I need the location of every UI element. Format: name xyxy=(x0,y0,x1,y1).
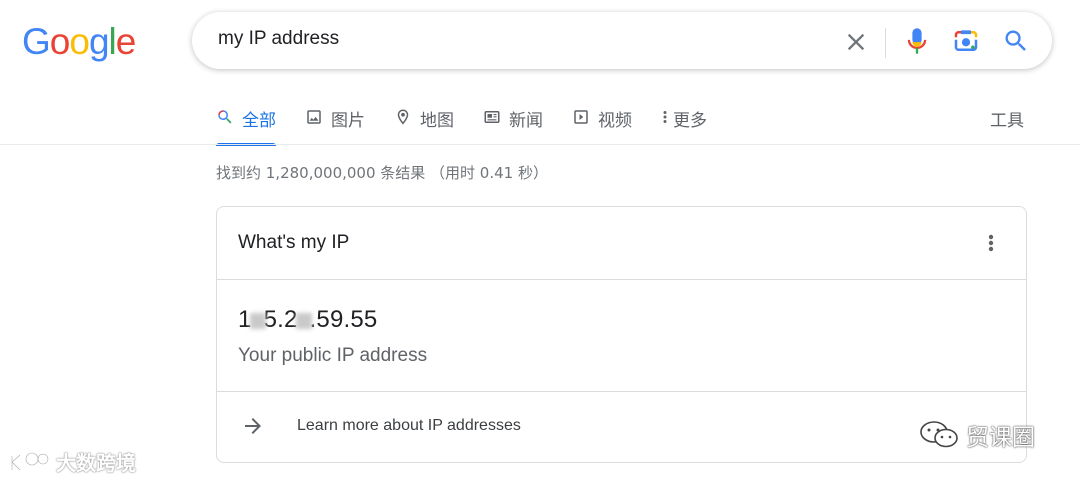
learn-more-link[interactable]: Learn more about IP addresses xyxy=(217,392,1026,462)
logo-letter: o xyxy=(49,21,71,62)
logo-letter: g xyxy=(88,21,110,62)
close-icon xyxy=(847,33,865,51)
clear-search-button[interactable] xyxy=(842,28,870,56)
card-divider xyxy=(217,279,1026,280)
tab-all[interactable]: 全部 xyxy=(216,100,276,146)
search-button[interactable] xyxy=(1002,27,1030,55)
tab-maps[interactable]: 地图 xyxy=(394,100,454,146)
search-box xyxy=(192,12,1052,69)
watermark-text: 大数跨境 xyxy=(56,451,136,475)
search-input[interactable] xyxy=(218,28,818,50)
watermark-right: 贸课圈 xyxy=(918,418,1035,452)
redaction-blur xyxy=(295,312,312,329)
logo-letter: o xyxy=(69,21,90,62)
header-divider xyxy=(0,144,1080,145)
redaction-blur xyxy=(249,312,266,329)
search-icon xyxy=(218,110,232,124)
search-tabs: 全部 图片 地图 新闻 视频 更多 xyxy=(216,100,736,146)
logo-letter: e xyxy=(115,21,137,62)
result-stats: 找到约 1,280,000,000 条结果 （用时 0.41 秒） xyxy=(216,164,548,182)
tab-videos[interactable]: 视频 xyxy=(572,100,632,146)
image-icon xyxy=(307,110,321,124)
tab-label: 地图 xyxy=(420,111,454,131)
voice-search-button[interactable] xyxy=(903,26,931,56)
arrow-right-icon xyxy=(245,418,261,434)
tab-label: 图片 xyxy=(331,111,365,131)
tab-more[interactable]: 更多 xyxy=(661,100,707,146)
wechat-icon xyxy=(920,421,958,448)
tools-button[interactable]: 工具 xyxy=(990,106,1024,131)
tab-news[interactable]: 新闻 xyxy=(483,100,543,146)
ip-part: .59.55 xyxy=(309,306,378,333)
more-vert-icon xyxy=(988,234,994,252)
microphone-icon xyxy=(907,28,927,54)
search-divider xyxy=(885,28,886,58)
logo-letter: l xyxy=(108,21,117,62)
tab-label: 更多 xyxy=(673,111,707,131)
ip-caption: Your public IP address xyxy=(238,345,428,366)
google-logo[interactable]: Google xyxy=(22,21,137,62)
logo-letter: G xyxy=(22,21,51,62)
card-menu-button[interactable] xyxy=(981,231,1001,255)
tab-images[interactable]: 图片 xyxy=(305,100,365,146)
tab-label: 视频 xyxy=(598,111,632,131)
camera-icon xyxy=(954,30,978,51)
card-title: What's my IP xyxy=(238,232,350,253)
image-search-button[interactable] xyxy=(951,26,981,56)
more-vert-icon xyxy=(663,111,667,123)
tab-label: 全部 xyxy=(242,111,276,131)
watermark-left: 大数跨境 xyxy=(8,447,136,476)
watermark-text: 贸课圈 xyxy=(966,425,1035,451)
tab-label: 新闻 xyxy=(509,111,543,131)
ip-address-value: 1 5.2.59.55 xyxy=(238,306,377,334)
watermark-logo-icon xyxy=(10,451,50,471)
ip-answer-card: What's my IP 1 5.2.59.55 Your public IP a… xyxy=(216,206,1027,463)
ip-part: 5.2 xyxy=(263,306,298,333)
map-pin-icon xyxy=(397,109,409,125)
news-icon xyxy=(484,111,500,123)
search-icon xyxy=(1005,30,1026,51)
learn-more-label: Learn more about IP addresses xyxy=(297,417,521,434)
video-icon xyxy=(574,110,588,124)
